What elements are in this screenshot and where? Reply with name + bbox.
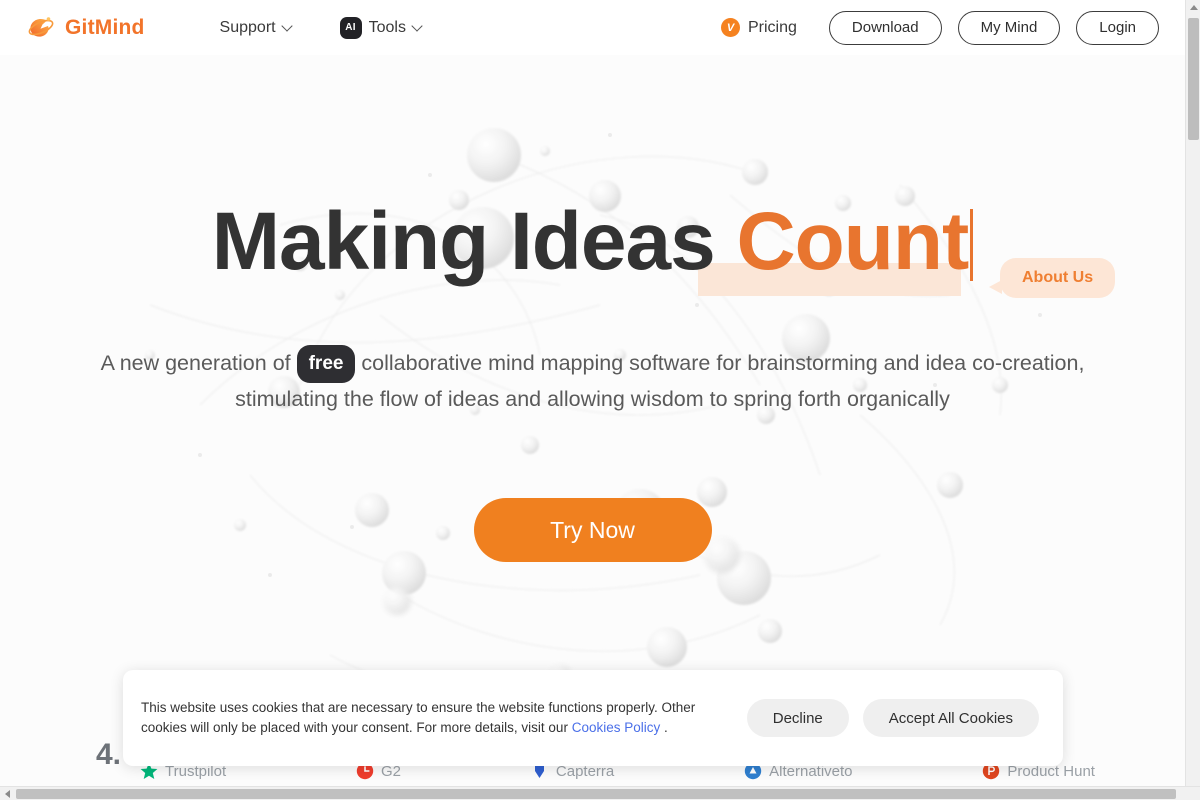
hero-content: Making Ideas Count About Us A new genera… (0, 55, 1185, 562)
headline-plain-text: Making Ideas (212, 196, 737, 287)
cookie-message: This website uses cookies that are neces… (141, 698, 713, 738)
free-badge: free (297, 345, 356, 383)
pricing-link[interactable]: V Pricing (721, 18, 797, 37)
scroll-up-arrow-icon[interactable] (1186, 0, 1200, 15)
brand-logo-link[interactable]: GitMind (26, 13, 145, 43)
nav-tools-label: Tools (369, 19, 406, 37)
try-now-button[interactable]: Try Now (474, 498, 712, 562)
login-button[interactable]: Login (1076, 11, 1159, 45)
vip-crown-icon: V (721, 18, 740, 37)
about-us-bubble[interactable]: About Us (1000, 258, 1115, 298)
vertical-scrollbar[interactable] (1185, 0, 1200, 786)
brand-name: GitMind (65, 16, 145, 40)
cookie-consent-banner: This website uses cookies that are neces… (123, 670, 1063, 766)
horizontal-scrollbar[interactable] (0, 786, 1200, 800)
nav-item-tools[interactable]: AI Tools (340, 17, 424, 39)
headline-accent-text: Count (736, 196, 968, 287)
ai-badge-icon: AI (340, 17, 362, 39)
download-button[interactable]: Download (829, 11, 942, 45)
gitmind-swirl-logo-icon (26, 13, 56, 43)
rating-score: 4. (96, 738, 121, 772)
cookie-actions: Decline Accept All Cookies (747, 699, 1045, 737)
horizontal-scrollbar-thumb[interactable] (16, 789, 1176, 799)
site-header: GitMind Support AI Tools V Pricing Downl… (0, 0, 1185, 55)
text-caret-icon (970, 209, 973, 281)
my-mind-button[interactable]: My Mind (958, 11, 1061, 45)
scroll-left-arrow-icon[interactable] (0, 787, 14, 801)
chevron-down-icon (283, 21, 294, 32)
cookie-text-after: . (660, 720, 668, 735)
accept-all-cookies-button[interactable]: Accept All Cookies (863, 699, 1039, 737)
header-actions: V Pricing Download My Mind Login (721, 11, 1159, 45)
browser-viewport: GitMind Support AI Tools V Pricing Downl… (0, 0, 1185, 786)
hero-subtitle: A new generation of free collaborative m… (73, 345, 1113, 416)
vertical-scrollbar-thumb[interactable] (1188, 18, 1199, 140)
nav-support-label: Support (220, 19, 276, 37)
page-title: Making Ideas Count (212, 201, 974, 283)
about-us-label: About Us (1022, 269, 1093, 286)
subtitle-part-two: collaborative mind mapping software for … (235, 351, 1084, 411)
chevron-down-icon (413, 21, 424, 32)
cookies-policy-link[interactable]: Cookies Policy (572, 720, 661, 735)
subtitle-part-one: A new generation of (101, 351, 297, 375)
main-navigation: Support AI Tools (220, 17, 424, 39)
pricing-label: Pricing (748, 19, 797, 37)
nav-item-support[interactable]: Support (220, 19, 294, 37)
decline-cookies-button[interactable]: Decline (747, 699, 849, 737)
